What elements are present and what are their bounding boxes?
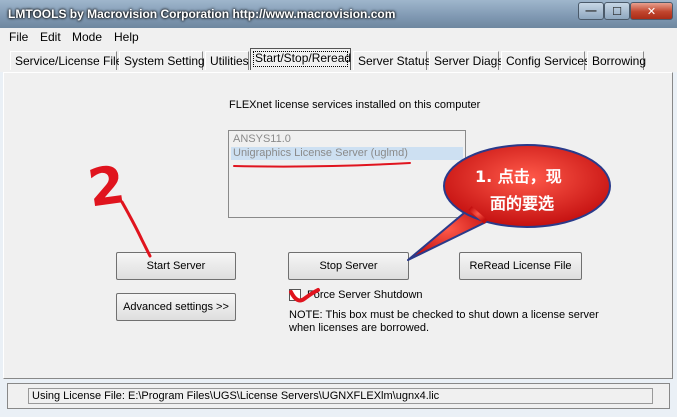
lmtools-window: LMTOOLS by Macrovision Corporation http:… [0,0,677,417]
svg-text:2: 2 [84,155,128,219]
annotation-step-number: 2 [84,155,152,258]
annotation-underline [233,162,411,168]
callout-line-1: 1. 点击，现 [475,167,562,186]
callout-line-2: 面的要选 [490,194,555,213]
annotation-overlay: 2 [84,144,611,303]
annotation-check-mark [289,288,320,303]
